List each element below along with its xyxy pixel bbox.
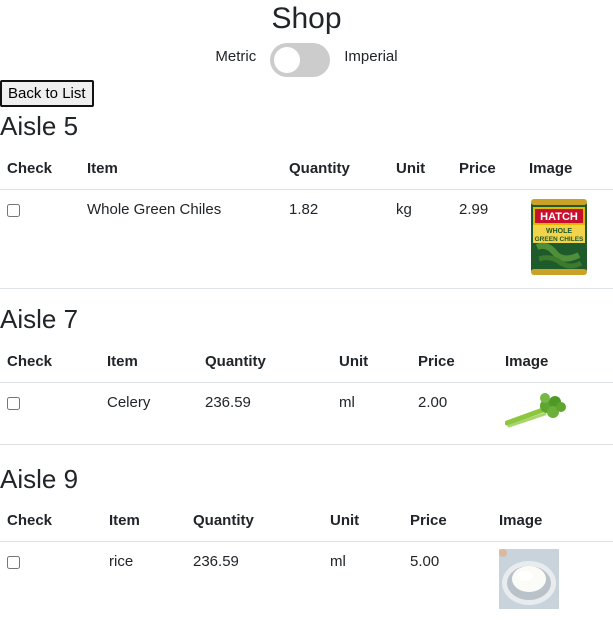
table-row: Celery 236.59 ml 2.00 — [0, 382, 613, 445]
item-price: 2.00 — [411, 382, 498, 445]
column-header-price: Price — [411, 342, 498, 383]
item-name: Whole Green Chiles — [80, 189, 282, 289]
column-header-image: Image — [498, 342, 613, 383]
item-checkbox[interactable] — [7, 555, 20, 569]
toggle-knob — [274, 47, 301, 73]
item-unit: kg — [389, 189, 452, 289]
column-header-item: Item — [80, 149, 282, 190]
aisle-title: Aisle 5 — [0, 111, 79, 141]
item-name: rice — [102, 541, 186, 620]
column-header-check: Check — [0, 501, 102, 542]
table-header-row: Check Item Quantity Unit Price Image — [0, 342, 613, 383]
item-quantity: 1.82 — [282, 189, 389, 289]
column-header-quantity: Quantity — [282, 149, 389, 190]
column-header-price: Price — [452, 149, 522, 190]
unit-toggle-switch[interactable] — [270, 43, 331, 77]
table-header-row: Check Item Quantity Unit Price Image — [0, 501, 613, 542]
column-header-item: Item — [102, 501, 186, 542]
item-unit: ml — [323, 541, 403, 620]
aisle-title: Aisle 9 — [0, 464, 79, 494]
aisle-table: Check Item Quantity Unit Price Image ric… — [0, 501, 613, 620]
aisle-table: Check Item Quantity Unit Price Image Who… — [0, 149, 613, 289]
celery-image — [505, 392, 566, 427]
item-unit: ml — [332, 382, 411, 445]
column-header-image: Image — [522, 149, 613, 190]
item-quantity: 236.59 — [198, 382, 332, 445]
item-price: 5.00 — [403, 541, 492, 620]
metric-label: Metric — [215, 47, 257, 65]
aisle-title: Aisle 7 — [0, 304, 79, 334]
table-header-row: Check Item Quantity Unit Price Image — [0, 149, 613, 190]
column-header-unit: Unit — [332, 342, 411, 383]
can-brand-text: HATCH — [540, 211, 578, 223]
item-price: 2.99 — [452, 189, 522, 289]
page-title: Shop — [271, 2, 342, 35]
shop-page: Shop Metric Imperial Back to List Aisle … — [0, 0, 613, 620]
aisle-table: Check Item Quantity Unit Price Image Cel… — [0, 342, 613, 445]
column-header-item: Item — [100, 342, 198, 383]
column-header-check: Check — [0, 342, 100, 383]
column-header-price: Price — [403, 501, 492, 542]
item-checkbox[interactable] — [7, 396, 20, 410]
can-label-line2: GREEN CHILES — [535, 236, 584, 243]
back-to-list-button[interactable]: Back to List — [0, 80, 94, 107]
item-checkbox[interactable] — [7, 203, 20, 217]
rice-bowl-image — [499, 548, 559, 609]
column-header-quantity: Quantity — [186, 501, 323, 542]
column-header-unit: Unit — [389, 149, 452, 190]
column-header-unit: Unit — [323, 501, 403, 542]
imperial-label: Imperial — [344, 47, 398, 65]
can-label-line1: WHOLE — [546, 228, 572, 235]
hatch-can-image: HATCH WHOLE GREEN CHILES — [531, 198, 587, 275]
column-header-image: Image — [492, 501, 613, 542]
item-name: Celery — [100, 382, 198, 445]
column-header-check: Check — [0, 149, 80, 190]
unit-toggle-row: Metric Imperial — [0, 41, 613, 79]
column-header-quantity: Quantity — [198, 342, 332, 383]
table-row: Whole Green Chiles 1.82 kg 2.99 HATCH WH… — [0, 189, 613, 289]
table-row: rice 236.59 ml 5.00 — [0, 541, 613, 620]
item-quantity: 236.59 — [186, 541, 323, 620]
